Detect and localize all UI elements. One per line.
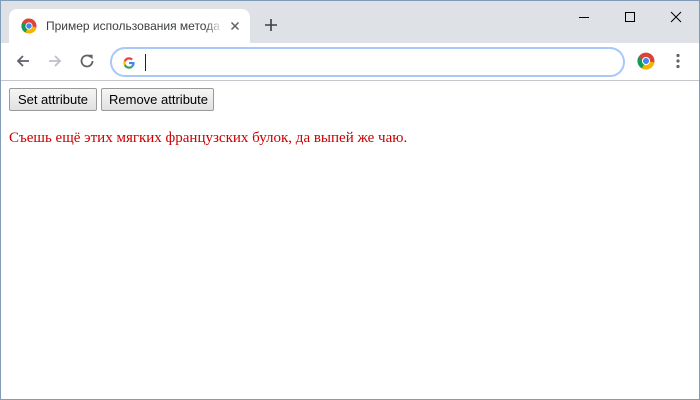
tab-title: Пример использования метода setAttribute…: [46, 19, 221, 33]
tab-strip: Пример использования метода setAttribute…: [1, 1, 699, 43]
set-attribute-button[interactable]: Set attribute: [9, 88, 97, 111]
browser-toolbar: [1, 43, 699, 81]
google-g-icon: [123, 57, 135, 69]
minimize-icon: [579, 17, 589, 18]
back-arrow-icon: [16, 55, 29, 67]
maximize-icon: [625, 12, 635, 22]
maximize-button[interactable]: [607, 1, 653, 33]
minimize-button[interactable]: [561, 1, 607, 33]
page-content: Set attribute Remove attribute Съешь ещё…: [1, 82, 699, 399]
browser-tab[interactable]: Пример использования метода setAttribute…: [9, 9, 250, 43]
kebab-menu-icon[interactable]: [669, 52, 687, 70]
browser-window: Пример использования метода set Attribute…: [0, 0, 700, 400]
address-bar[interactable]: [110, 47, 625, 77]
window-close-button[interactable]: [653, 1, 699, 33]
text-caret: [145, 54, 146, 71]
remove-attribute-button[interactable]: Remove attribute: [101, 88, 214, 111]
close-icon: [670, 11, 682, 23]
sample-paragraph: Съешь ещё этих мягких французских булок,…: [9, 130, 408, 146]
forward-button[interactable]: [44, 50, 66, 72]
close-icon[interactable]: [228, 19, 242, 33]
back-button[interactable]: [12, 50, 34, 72]
reload-button[interactable]: [76, 50, 98, 72]
forward-arrow-icon: [49, 55, 62, 67]
url-input[interactable]: [144, 52, 614, 72]
tab-title-fade: [205, 15, 223, 37]
chrome-logo-icon[interactable]: [637, 52, 655, 70]
reload-icon: [80, 54, 94, 68]
chrome-logo-icon: [21, 18, 37, 34]
plus-icon[interactable]: [261, 15, 281, 35]
